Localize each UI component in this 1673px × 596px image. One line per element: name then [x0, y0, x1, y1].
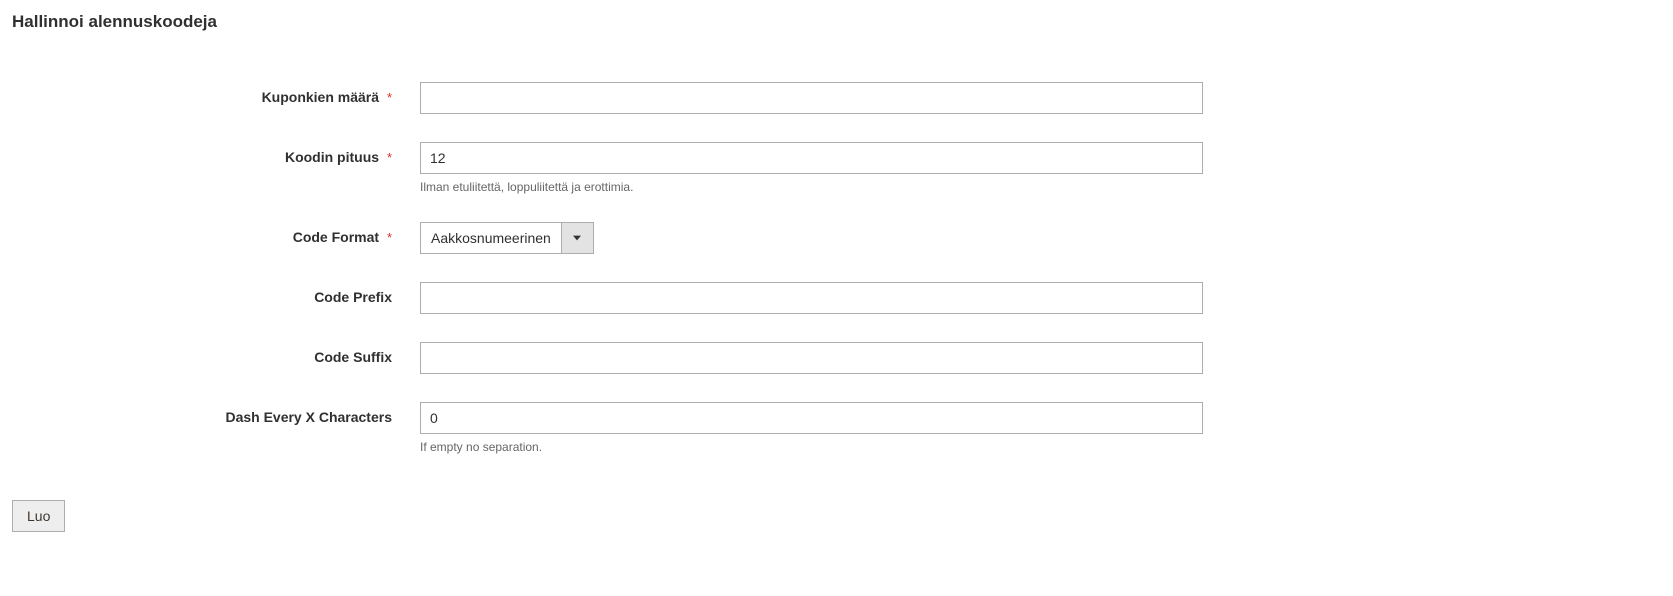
field-row-code-prefix: Code Prefix [12, 282, 1212, 314]
input-code-suffix[interactable] [420, 342, 1203, 374]
input-code-length[interactable] [420, 142, 1203, 174]
select-code-format[interactable]: Aakkosnumeerinen [420, 222, 594, 254]
input-coupon-qty[interactable] [420, 82, 1203, 114]
input-code-prefix[interactable] [420, 282, 1203, 314]
generate-button[interactable]: Luo [12, 500, 65, 532]
label-code-prefix: Code Prefix [314, 289, 392, 305]
field-row-dash-every: Dash Every X Characters If empty no sepa… [12, 402, 1212, 454]
label-code-suffix: Code Suffix [314, 349, 392, 365]
required-mark: * [387, 90, 392, 105]
note-dash-every: If empty no separation. [420, 440, 1203, 454]
required-mark: * [387, 150, 392, 165]
label-code-length: Koodin pituus [285, 149, 379, 165]
coupon-codes-form: Kuponkien määrä * Koodin pituus * Ilman … [12, 82, 1212, 454]
field-row-code-format: Code Format * Aakkosnumeerinen [12, 222, 1212, 254]
note-code-length: Ilman etuliitettä, loppuliitettä ja erot… [420, 180, 1203, 194]
select-code-format-value: Aakkosnumeerinen [421, 223, 561, 253]
label-coupon-qty: Kuponkien määrä [262, 89, 379, 105]
required-mark: * [387, 230, 392, 245]
field-row-code-length: Koodin pituus * Ilman etuliitettä, loppu… [12, 142, 1212, 194]
label-dash-every: Dash Every X Characters [225, 409, 392, 425]
section-title: Hallinnoi alennuskoodeja [12, 12, 1661, 32]
field-row-code-suffix: Code Suffix [12, 342, 1212, 374]
input-dash-every[interactable] [420, 402, 1203, 434]
label-code-format: Code Format [293, 229, 379, 245]
chevron-down-icon [561, 223, 593, 253]
field-row-coupon-qty: Kuponkien määrä * [12, 82, 1212, 114]
